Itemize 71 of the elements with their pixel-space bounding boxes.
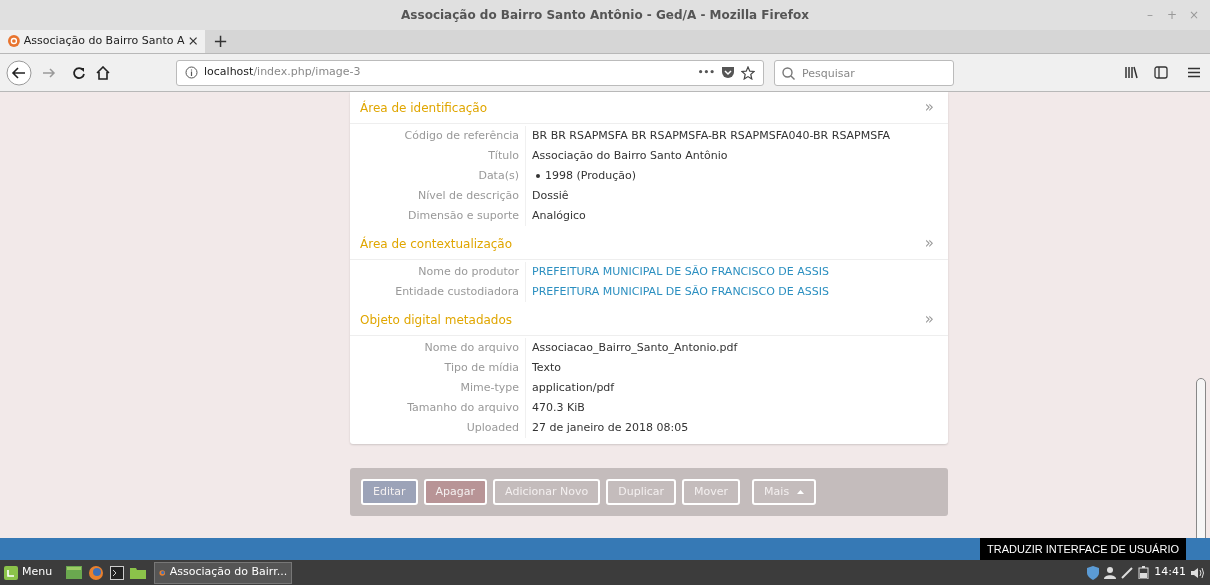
section-heading: Área de identificação [360,99,488,117]
field-label: Título [350,146,526,166]
back-icon[interactable] [6,59,32,86]
home-icon[interactable] [96,65,110,80]
collapse-toggle[interactable]: » [924,96,938,119]
pen-icon[interactable] [1121,566,1134,579]
maximize-button[interactable]: + [1166,6,1178,24]
info-icon [185,66,198,79]
field-value: Analógico [532,209,586,222]
field-value: 1998 (Produção) [545,168,636,184]
close-icon[interactable] [188,36,197,46]
taskbar-window-button[interactable]: Associação do Bairr... [154,561,293,584]
field-label: Nível de descrição [350,186,526,206]
star-icon[interactable] [741,65,755,80]
field-link[interactable]: PREFEITURA MUNICIPAL DE SÃO FRANCISCO DE ASSIS [532,285,829,298]
field-link[interactable]: PREFEITURA MUNICIPAL DE SÃO FRANCISCO DE ASSIS [532,265,829,278]
collapse-toggle[interactable]: » [924,308,938,331]
field-value: application/pdf [532,381,615,394]
section-heading: Área de contextualização [360,235,513,253]
caret-icon [797,490,805,494]
search-field[interactable]: Pesquisar [774,60,954,86]
search-icon [782,66,795,80]
section-heading: Objeto digital metadados [360,311,513,329]
terminal-icon[interactable] [110,565,125,580]
clock-text: 14:41 [1154,564,1186,581]
action-button[interactable]: Editar [361,479,418,505]
tab-title: Associação do Bairro Santo A [23,32,185,49]
field-value: Associação do Bairro Santo Antônio [532,149,728,162]
collapse-toggle[interactable]: » [924,232,938,255]
field-value: 27 de janeiro de 2018 08:05 [532,421,689,434]
bullet-icon [536,174,540,178]
field-label: Nome do produtor [350,262,526,282]
field-label: Data(s) [350,166,526,186]
field-value: Texto [532,361,561,374]
field-label: Dimensão e suporte [350,206,526,226]
field-label: Uploaded [350,418,526,438]
menu-logo-icon [4,565,18,580]
folder-icon[interactable] [130,566,147,579]
pocket-icon[interactable] [721,66,735,79]
field-label: Entidade custodiadora [350,282,526,302]
user-icon[interactable] [1104,566,1117,579]
action-button[interactable]: Apagar [423,479,488,505]
more-actions-icon[interactable]: ••• [697,65,715,80]
url-text: localhost/index.php/image-3 [204,64,362,81]
field-value: BR BR RSAPMSFA BR RSAPMSFA-BR RSAPMSFA040-BR RSAPMSFA [532,129,891,142]
field-label: Tamanho do arquivo [350,398,526,418]
app-logo-icon [8,34,20,48]
field-value: 470.3 KiB [532,401,585,414]
volume-icon[interactable] [1191,566,1204,579]
battery-icon[interactable] [1138,566,1150,579]
translate-button[interactable]: TRADUZIR INTERFACE DE USUÁRIO [980,538,1186,560]
shield-icon[interactable] [1087,565,1100,580]
field-value: Associacao_Bairro_Santo_Antonio.pdf [532,341,738,354]
address-bar[interactable]: localhost/index.php/image-3 ••• [176,59,764,86]
library-icon[interactable] [1124,66,1138,79]
window-title: Associação do Bairro Santo Antônio - Ged/A - Mozilla Firefox [401,7,809,24]
scrollbar-thumb[interactable] [1196,378,1206,538]
field-value: Dossiê [532,189,569,202]
field-label: Tipo de mídia [350,358,526,378]
sidebar-icon[interactable] [1154,66,1168,79]
start-menu-button[interactable]: Menu [4,564,53,581]
minimize-button[interactable]: – [1144,6,1156,24]
desktop-icon[interactable] [66,566,83,579]
field-label: Nome do arquivo [350,338,526,358]
new-tab-button[interactable]: + [205,29,237,53]
close-button[interactable]: × [1188,6,1200,24]
menu-icon[interactable] [1188,67,1200,78]
reload-icon[interactable] [72,65,86,80]
field-label: Código de referência [350,126,526,146]
browser-icon[interactable] [88,564,105,581]
field-label: Mime-type [350,378,526,398]
